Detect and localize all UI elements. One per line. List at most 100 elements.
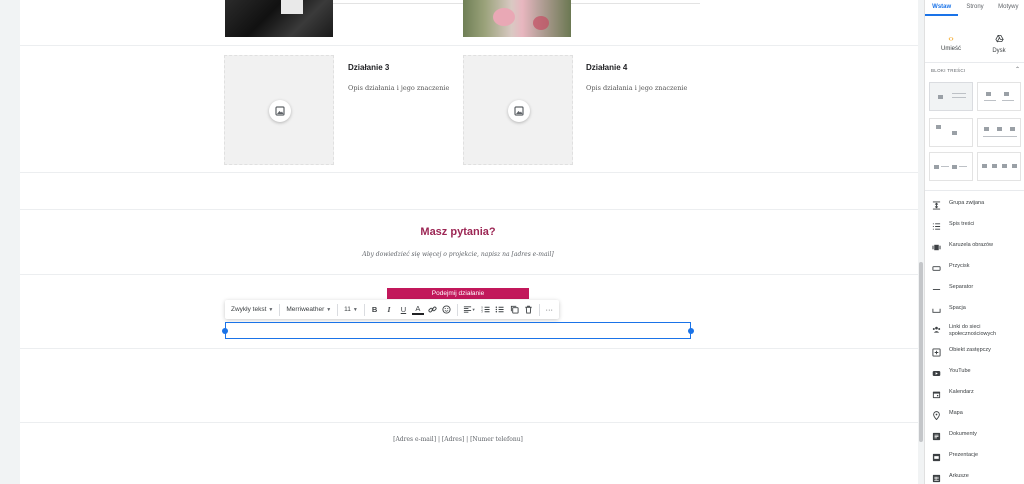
image-icon[interactable] — [269, 100, 291, 122]
activity-desc-4[interactable]: Opis działania i jego znaczenie — [586, 84, 687, 92]
sheets-icon — [931, 473, 941, 483]
emoji-icon[interactable] — [441, 304, 452, 316]
activity-desc-3[interactable]: Opis działania i jego znaczenie — [348, 84, 449, 92]
panel-divider — [925, 62, 1024, 63]
side-panel-tabs: Wstaw Strony Motywy — [925, 0, 1024, 16]
insert-item-label: Prezentacje — [949, 452, 979, 458]
caret-down-icon: ▼ — [352, 306, 358, 313]
quick-embed[interactable]: ‹› Umieść — [931, 34, 971, 52]
align-icon[interactable]: ▼ — [461, 304, 476, 316]
embed-icon: ‹› — [948, 34, 954, 43]
scroll-thumb[interactable] — [919, 262, 923, 442]
insert-item-label: Grupa zwijana — [949, 200, 985, 206]
button-icon — [931, 263, 941, 273]
text-style-dropdown[interactable]: Zwykły tekst ▼ — [229, 306, 275, 313]
bulleted-list-icon[interactable] — [494, 304, 505, 316]
toolbar-separator — [279, 303, 281, 316]
questions-heading[interactable]: Masz pytania? — [20, 226, 896, 238]
font-size-value: 11 — [344, 306, 351, 313]
page-canvas[interactable]: Działanie 3 Opis działania i jego znacze… — [20, 0, 918, 484]
tab-themes[interactable]: Motywy — [992, 0, 1024, 16]
resize-handle-left[interactable] — [222, 328, 228, 334]
section-divider — [20, 45, 918, 46]
activity-title-4[interactable]: Działanie 4 — [586, 63, 627, 72]
insert-image-carousel[interactable]: Karuzela obrazów — [931, 242, 1023, 252]
insert-divider[interactable]: Separator — [931, 284, 1023, 294]
insert-map[interactable]: Mapa — [931, 410, 1023, 420]
activity-photo-flowers[interactable] — [463, 0, 571, 37]
section-divider — [20, 274, 918, 275]
insert-slides[interactable]: Prezentacje — [931, 452, 1023, 462]
italic-icon[interactable]: I — [383, 304, 394, 316]
insert-item-label: Mapa — [949, 410, 963, 416]
image-placeholder-3[interactable] — [224, 55, 334, 165]
layout-tile-1[interactable] — [929, 82, 973, 111]
section-divider — [20, 209, 918, 210]
panel-divider — [925, 190, 1024, 191]
cta-button[interactable]: Podejmij działanie — [387, 288, 529, 299]
tab-pages[interactable]: Strony — [958, 0, 991, 16]
spacer-icon — [931, 305, 941, 315]
underline-icon[interactable]: U — [398, 304, 409, 316]
toc-icon — [931, 221, 941, 231]
social-links-icon — [931, 324, 941, 334]
insert-item-label: Kalendarz — [949, 389, 974, 395]
image-icon[interactable] — [508, 100, 530, 122]
map-pin-icon — [931, 410, 941, 420]
numbered-list-icon[interactable]: 123 — [480, 304, 491, 316]
insert-item-label: Obiekt zastępczy — [949, 347, 991, 353]
layout-tile-6[interactable] — [977, 152, 1021, 181]
quick-drive-label: Dysk — [992, 48, 1006, 54]
quick-drive[interactable]: Dysk — [979, 34, 1019, 54]
insert-item-label: Linki do sieci społecznościowych — [949, 324, 997, 337]
selected-text-box[interactable] — [222, 322, 694, 339]
text-format-toolbar: Zwykły tekst ▼ Merriweather ▼ 11 ▼ B I U A … — [225, 300, 559, 319]
insert-toc[interactable]: Spis treści — [931, 221, 1023, 231]
footer-contact[interactable]: [Adres e-mail] | [Adres] | [Numer telefo… — [20, 436, 896, 443]
docs-icon — [931, 431, 941, 441]
section-divider — [20, 348, 918, 349]
more-icon[interactable]: ··· — [544, 304, 555, 316]
insert-placeholder[interactable]: Obiekt zastępczy — [931, 347, 1023, 357]
caret-down-icon: ▼ — [268, 306, 274, 313]
tab-insert[interactable]: Wstaw — [925, 0, 959, 16]
delete-icon[interactable] — [523, 304, 534, 316]
slides-icon — [931, 452, 941, 462]
insert-item-label: Spis treści — [949, 221, 975, 227]
bold-icon[interactable]: B — [369, 304, 380, 316]
insert-docs[interactable]: Dokumenty — [931, 431, 1023, 441]
insert-side-panel: Wstaw Strony Motywy ‹› Umieść Dysk BLOKI… — [924, 0, 1024, 484]
insert-item-label: Spacja — [949, 305, 966, 311]
insert-calendar[interactable]: Kalendarz — [931, 389, 1023, 399]
activity-title-3[interactable]: Działanie 3 — [348, 63, 389, 72]
divider-icon — [931, 284, 941, 294]
copy-icon[interactable] — [509, 304, 520, 316]
toolbar-separator — [337, 303, 339, 316]
layout-tile-3[interactable] — [929, 118, 973, 147]
font-dropdown[interactable]: Merriweather ▼ — [284, 306, 333, 313]
insert-collapsible-group[interactable]: Grupa zwijana — [931, 200, 1023, 210]
insert-sheets[interactable]: Arkusze — [931, 473, 1023, 483]
image-placeholder-4[interactable] — [463, 55, 573, 165]
content-blocks-heading: BLOKI TREŚCI — [931, 68, 966, 73]
layout-tile-4[interactable] — [977, 118, 1021, 147]
layout-tile-5[interactable] — [929, 152, 973, 181]
chevron-up-icon[interactable]: ⌃ — [1015, 66, 1020, 73]
insert-social-links[interactable]: Linki do sieci społecznościowych — [931, 324, 1023, 338]
insert-spacer[interactable]: Spacja — [931, 305, 1023, 315]
activity-photo-dark[interactable] — [225, 0, 333, 37]
quick-embed-label: Umieść — [940, 46, 961, 52]
placeholder-icon — [931, 347, 941, 357]
youtube-icon — [931, 368, 941, 378]
insert-youtube[interactable]: YouTube — [931, 368, 1023, 378]
insert-button[interactable]: Przycisk — [931, 263, 1023, 273]
questions-subtext[interactable]: Aby dowiedzieć się więcej o projekcie, n… — [20, 251, 896, 258]
link-icon[interactable] — [427, 304, 438, 316]
layout-tile-2[interactable] — [977, 82, 1021, 111]
resize-handle-right[interactable] — [688, 328, 694, 334]
text-style-value: Zwykły tekst — [231, 306, 267, 313]
drive-icon — [979, 34, 1019, 46]
caret-down-icon: ▼ — [326, 306, 332, 313]
text-color-icon[interactable]: A — [412, 304, 424, 315]
font-size-dropdown[interactable]: 11 ▼ — [342, 306, 360, 313]
